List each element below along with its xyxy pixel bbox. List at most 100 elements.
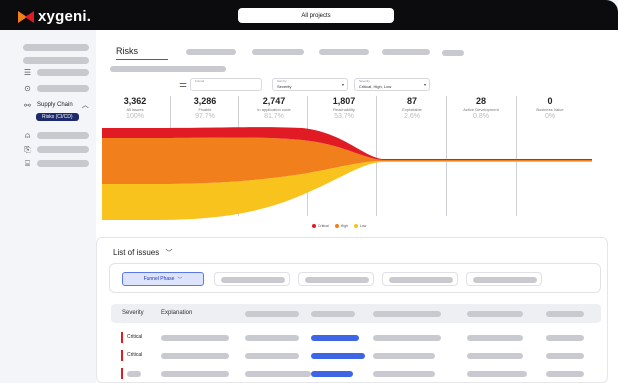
filter-list-icon: ☰: [23, 68, 32, 77]
sort-by-select[interactable]: Sort by Severity ▾: [272, 78, 348, 91]
tab-risks[interactable]: Risks: [116, 46, 138, 56]
severity-indicator: [121, 350, 123, 361]
tab-placeholder[interactable]: [319, 49, 369, 55]
tab-placeholder[interactable]: [382, 49, 430, 55]
severity-label: Severity: [359, 79, 370, 83]
sidebar-item-placeholder[interactable]: [23, 57, 89, 64]
policy-icon: ⌸: [25, 159, 30, 168]
filter-chip-placeholder[interactable]: [382, 272, 458, 286]
stat-percent: 53.7%: [334, 113, 354, 120]
stat-label: In application code: [257, 107, 291, 112]
issues-filter-bar: Funnel Phase ﹀: [109, 263, 601, 293]
stat-value: 1,807: [332, 96, 356, 106]
file-icon: ⎘: [24, 145, 31, 154]
column-header-placeholder[interactable]: [311, 311, 355, 317]
tab-placeholder[interactable]: [186, 49, 236, 55]
legend-label: Low: [359, 224, 367, 228]
sidebar-item-label: [37, 69, 89, 76]
cell-placeholder: [373, 335, 441, 341]
chevron-down-icon: ﹀: [177, 276, 183, 283]
tab-placeholder[interactable]: [442, 50, 464, 56]
stat-all-issues[interactable]: 3,362 All issues 100%: [116, 96, 154, 120]
stat-business-value[interactable]: 0 Business Value 0%: [530, 96, 570, 120]
cell-highlight: [311, 335, 359, 341]
stat-fixable[interactable]: 3,286 Fixable 97.7%: [186, 96, 224, 120]
filter-chip-label: [389, 277, 453, 283]
chevron-up-icon[interactable]: ︿: [82, 100, 89, 110]
severity-cell: Critical: [127, 352, 143, 358]
column-header-placeholder[interactable]: [373, 311, 441, 317]
stat-percent: 0.8%: [473, 113, 489, 120]
cell-placeholder: [373, 353, 435, 359]
project-selector-label: All projects: [301, 12, 331, 19]
legend-label: Critical: [318, 224, 329, 228]
tab-bar: Risks: [116, 46, 596, 60]
column-header-explanation[interactable]: Explanation: [161, 310, 192, 316]
filter-chip-label: [473, 277, 537, 283]
sidebar-item-label: [37, 146, 89, 153]
filter-sliders-icon[interactable]: ⚌: [179, 79, 187, 90]
column-header-placeholder[interactable]: [245, 311, 299, 317]
column-header-severity[interactable]: Severity: [122, 310, 144, 316]
sidebar: ☰ ⊙ ⚯ Supply Chain ︿ Risks (CI/CD) ⍝ ⎘ ⌸: [0, 30, 96, 383]
table-row[interactable]: Critical: [111, 350, 601, 362]
sidebar-item[interactable]: ⌸: [23, 159, 89, 168]
stat-label: Fixable: [198, 107, 212, 112]
caret-down-icon: ▾: [423, 82, 426, 87]
stat-percent: 2.6%: [404, 113, 420, 120]
legend-dot: [334, 224, 339, 229]
stat-in-application-code[interactable]: 2,747 In application code 81.7%: [246, 96, 302, 120]
sidebar-item-placeholder[interactable]: [23, 44, 89, 51]
xygeni-logo-icon: [18, 10, 34, 23]
sidebar-item[interactable]: ⊙: [23, 84, 89, 93]
legend-item-critical[interactable]: Critical: [312, 224, 329, 229]
stat-reachability[interactable]: 1,807 Reachability 53.7%: [324, 96, 364, 120]
cell-placeholder: [467, 335, 523, 341]
legend-label: High: [340, 224, 348, 228]
severity-select[interactable]: Severity Critical, High, Low ▾: [354, 78, 430, 91]
filter-chip-placeholder[interactable]: [214, 272, 290, 286]
funnel-filter[interactable]: Funnel: [190, 78, 262, 91]
stat-active-development[interactable]: 28 Active Development 0.8%: [454, 96, 508, 120]
caret-down-icon: ▾: [341, 82, 344, 87]
supply-chain-icon: ⚯: [24, 100, 31, 110]
table-row[interactable]: Critical: [111, 332, 601, 344]
legend-item-low[interactable]: Low: [353, 224, 367, 229]
logo[interactable]: xygeni.: [18, 8, 91, 25]
sidebar-active-item[interactable]: Risks (CI/CD): [36, 113, 79, 121]
issues-list-title: List of issues: [113, 248, 160, 257]
table-row[interactable]: [111, 368, 601, 380]
sidebar-item[interactable]: ☰: [23, 68, 89, 77]
stat-percent: 81.7%: [264, 113, 284, 120]
stat-label: Active Development: [463, 107, 499, 112]
stat-exploitable[interactable]: 87 Exploitable 2.6%: [393, 96, 431, 120]
legend-item-high[interactable]: High: [334, 224, 348, 229]
severity-indicator: [121, 368, 123, 379]
stat-percent: 100%: [126, 113, 144, 120]
sidebar-item-supply-chain[interactable]: ⚯ Supply Chain ︿: [23, 100, 89, 110]
sort-by-label: Sort by: [277, 79, 287, 83]
scan-icon: ⊙: [24, 84, 31, 93]
tab-placeholder[interactable]: [252, 49, 304, 55]
column-header-placeholder[interactable]: [546, 311, 584, 317]
stat-label: Business Value: [536, 107, 564, 112]
page-description: [110, 66, 226, 72]
issues-table-header: Severity Explanation: [111, 304, 601, 323]
issues-list-header[interactable]: List of issues ﹀: [113, 248, 172, 258]
sidebar-item[interactable]: ⍝: [23, 131, 89, 140]
column-header-placeholder[interactable]: [467, 311, 523, 317]
severity-indicator: [121, 332, 123, 343]
legend-dot: [312, 224, 316, 229]
filter-chip-placeholder[interactable]: [466, 272, 542, 286]
chevron-down-icon[interactable]: ﹀: [165, 250, 172, 257]
cell-placeholder: [245, 371, 311, 377]
main-content: Risks ⚌ Funnel Sort by Severity ▾ Severi…: [96, 30, 618, 383]
funnel-phase-button[interactable]: Funnel Phase ﹀: [122, 272, 204, 286]
cell-placeholder: [546, 335, 584, 341]
project-selector[interactable]: All projects: [238, 8, 394, 23]
cell-placeholder: [467, 371, 527, 377]
sidebar-item[interactable]: ⎘: [23, 145, 89, 154]
chart-legend: Critical High Low: [312, 224, 367, 229]
filter-chip-placeholder[interactable]: [298, 272, 374, 286]
severity-value: Critical, High, Low: [359, 84, 392, 89]
